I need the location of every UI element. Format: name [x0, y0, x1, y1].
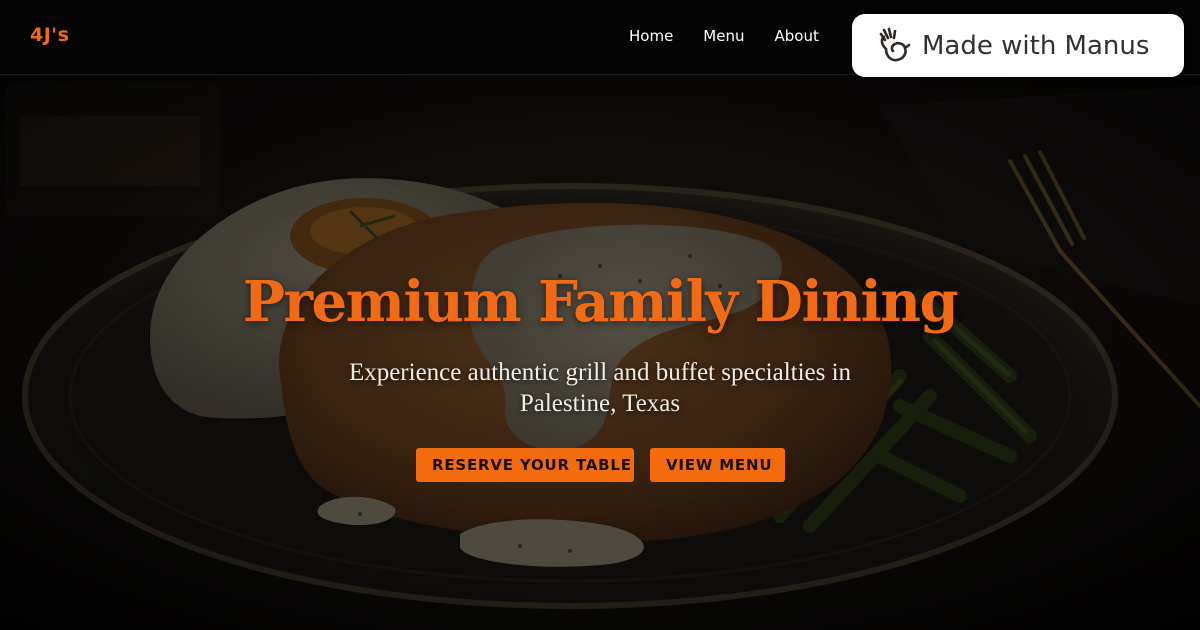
badge-text: Made with Manus	[922, 30, 1150, 61]
logo[interactable]: 4J's	[30, 24, 69, 46]
hero-cta-group: RESERVE YOUR TABLE VIEW MENU	[416, 448, 785, 482]
hero-subtitle: Experience authentic grill and buffet sp…	[348, 359, 852, 417]
hero-title: Premium Family Dining	[242, 269, 959, 335]
nav-links: Home Menu About	[629, 27, 819, 45]
hero-food-image	[0, 76, 1200, 630]
hero-section: Premium Family Dining Experience authent…	[0, 76, 1200, 630]
nav-link-home[interactable]: Home	[629, 27, 673, 45]
view-menu-button[interactable]: VIEW MENU	[650, 448, 785, 482]
nav-link-about[interactable]: About	[774, 27, 818, 45]
reserve-table-button[interactable]: RESERVE YOUR TABLE	[416, 448, 634, 482]
manus-hand-icon	[879, 27, 911, 61]
nav-link-menu[interactable]: Menu	[703, 27, 744, 45]
made-with-manus-badge[interactable]: Made with Manus	[852, 14, 1184, 77]
